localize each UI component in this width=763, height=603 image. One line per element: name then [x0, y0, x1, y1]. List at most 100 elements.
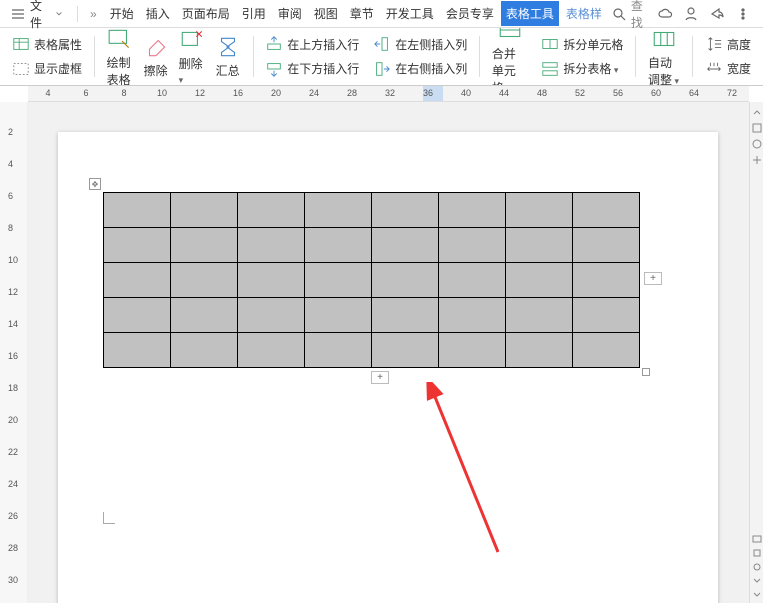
sidebar-tool-1[interactable]: [752, 122, 762, 132]
table-cell[interactable]: [104, 263, 171, 298]
width-field[interactable]: 宽度: [703, 58, 753, 80]
table-cell[interactable]: [506, 193, 573, 228]
table-cell[interactable]: [372, 298, 439, 333]
table-cell[interactable]: [238, 193, 305, 228]
table-cell[interactable]: [573, 263, 640, 298]
table-cell[interactable]: [305, 193, 372, 228]
table-cell[interactable]: [171, 263, 238, 298]
table-cell[interactable]: [439, 298, 506, 333]
cloud-icon[interactable]: [657, 6, 673, 22]
insert-col-right-button[interactable]: 在右侧插入列: [371, 58, 469, 80]
table-cell[interactable]: [104, 193, 171, 228]
split-cell-button[interactable]: 拆分单元格: [539, 33, 625, 55]
table-cell[interactable]: [439, 193, 506, 228]
table-cell[interactable]: [372, 193, 439, 228]
table-object[interactable]: ✥ + +: [103, 192, 640, 368]
table-cell[interactable]: [439, 263, 506, 298]
table-cell[interactable]: [573, 228, 640, 263]
table-cell[interactable]: [104, 298, 171, 333]
scroll-down-button[interactable]: [752, 589, 762, 599]
auto-adjust-button[interactable]: 自动调整 ▾: [646, 28, 682, 86]
table-cell[interactable]: [238, 263, 305, 298]
sidebar-bottom-3[interactable]: [752, 561, 762, 571]
table-cell[interactable]: [104, 228, 171, 263]
tab-start[interactable]: 开始: [105, 1, 139, 26]
height-field[interactable]: 高度: [703, 33, 753, 55]
tab-insert[interactable]: 插入: [141, 1, 175, 26]
insert-row-below-button[interactable]: 在下方插入行: [263, 58, 361, 80]
ruler-tick: 48: [537, 88, 547, 98]
table-cell[interactable]: [573, 193, 640, 228]
table-cell[interactable]: [506, 333, 573, 368]
table-cell[interactable]: [238, 333, 305, 368]
tab-devtools[interactable]: 开发工具: [381, 1, 439, 26]
chevron-down-icon: ▾: [179, 75, 184, 85]
insert-row-above-button[interactable]: 在上方插入行: [263, 33, 361, 55]
table-cell[interactable]: [305, 333, 372, 368]
table-cell[interactable]: [506, 298, 573, 333]
sidebar-bottom-2[interactable]: [752, 547, 762, 557]
tab-member[interactable]: 会员专享: [441, 1, 499, 26]
table-cell[interactable]: [305, 263, 372, 298]
sidebar-bottom-4[interactable]: [752, 575, 762, 585]
more-icon[interactable]: [735, 6, 751, 22]
horizontal-ruler[interactable]: 46810121620242832364044485256606472: [28, 86, 749, 102]
add-col-button[interactable]: +: [644, 272, 662, 285]
search-label: 查找: [631, 0, 647, 31]
summary-button[interactable]: 汇总: [213, 32, 243, 81]
file-menu-button[interactable]: 文件: [4, 0, 69, 33]
table-cell[interactable]: [171, 333, 238, 368]
table-properties-button[interactable]: 表格属性: [10, 33, 84, 55]
tab-table-style[interactable]: 表格样: [561, 1, 607, 26]
show-frame-button[interactable]: 显示虚框: [10, 58, 84, 80]
document-canvas[interactable]: ✥ + +: [28, 102, 749, 603]
table-cell[interactable]: [104, 333, 171, 368]
search-button[interactable]: 查找: [611, 0, 647, 31]
erase-button[interactable]: 擦除: [141, 32, 171, 81]
tab-reference[interactable]: 引用: [237, 1, 271, 26]
draw-table-button[interactable]: 绘制表格: [105, 28, 135, 86]
split-table-button[interactable]: 拆分表格 ▾: [539, 58, 625, 80]
table-cell[interactable]: [573, 333, 640, 368]
table-cell[interactable]: [171, 298, 238, 333]
tab-review[interactable]: 审阅: [273, 1, 307, 26]
table-cell[interactable]: [171, 228, 238, 263]
ruler-tick: 6: [8, 191, 13, 201]
merge-cells-button[interactable]: 合并单元格: [490, 28, 529, 86]
resize-handle[interactable]: [642, 368, 650, 376]
delete-button[interactable]: 删除 ▾: [177, 28, 207, 86]
table-cell[interactable]: [439, 228, 506, 263]
table-cell[interactable]: [506, 263, 573, 298]
ruler-tick: 26: [8, 511, 18, 521]
table-cell[interactable]: [238, 298, 305, 333]
table-cell[interactable]: [439, 333, 506, 368]
table-move-handle[interactable]: ✥: [89, 178, 101, 190]
insert-col-left-button[interactable]: 在左侧插入列: [371, 33, 469, 55]
table-cell[interactable]: [372, 228, 439, 263]
separator: [77, 6, 78, 22]
table-cell[interactable]: [506, 228, 573, 263]
table-cell[interactable]: [171, 193, 238, 228]
tab-chapter[interactable]: 章节: [345, 1, 379, 26]
data-table[interactable]: [103, 192, 640, 368]
tab-view[interactable]: 视图: [309, 1, 343, 26]
table-cell[interactable]: [238, 228, 305, 263]
chevron-down-icon: ▾: [672, 76, 679, 86]
table-cell[interactable]: [305, 228, 372, 263]
more-left-icon[interactable]: »: [86, 7, 101, 21]
table-cell[interactable]: [372, 263, 439, 298]
separator: [635, 36, 636, 77]
table-cell[interactable]: [573, 298, 640, 333]
table-cell[interactable]: [305, 298, 372, 333]
vertical-ruler[interactable]: 24681012141618202224262830: [0, 102, 28, 603]
tab-table-tools[interactable]: 表格工具: [501, 1, 559, 26]
tab-page-layout[interactable]: 页面布局: [177, 1, 235, 26]
sidebar-bottom-1[interactable]: [752, 533, 762, 543]
add-row-button[interactable]: +: [371, 371, 389, 384]
table-cell[interactable]: [372, 333, 439, 368]
sidebar-tool-2[interactable]: [752, 138, 762, 148]
user-icon[interactable]: [683, 6, 699, 22]
scroll-up-button[interactable]: [752, 106, 762, 116]
share-icon[interactable]: [709, 6, 725, 22]
sidebar-tool-3[interactable]: [752, 154, 762, 164]
